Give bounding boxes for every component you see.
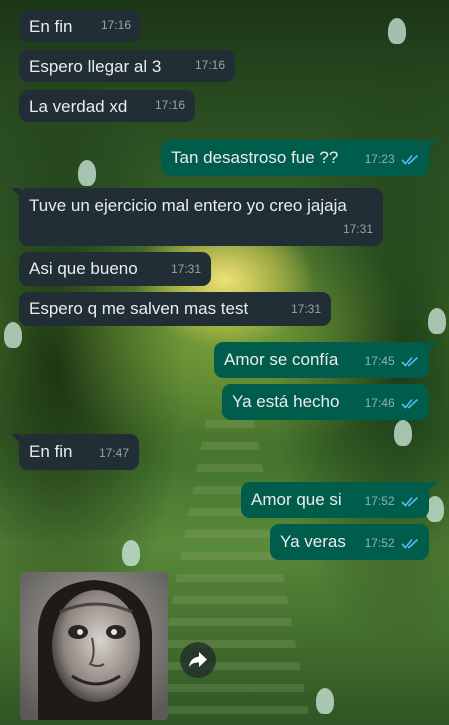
- message-status: 17:46: [365, 393, 419, 414]
- message-time: 17:52: [364, 494, 395, 508]
- message-time: 17:16: [100, 18, 131, 32]
- meme-face-image: [20, 572, 168, 720]
- double-check-icon: [401, 496, 419, 507]
- message-time: 17:31: [290, 302, 321, 316]
- outgoing-message[interactable]: Amor se confía 17:45: [214, 342, 437, 378]
- message-time: 17:31: [342, 222, 373, 236]
- outgoing-message[interactable]: Ya veras 17:52: [270, 524, 429, 560]
- message-time: 17:46: [364, 396, 395, 410]
- double-check-icon: [401, 538, 419, 549]
- outgoing-message[interactable]: Tan desastroso fue ?? 17:23: [161, 140, 437, 176]
- message-time: 17:16: [154, 98, 185, 112]
- incoming-message[interactable]: La verdad xd 17:16: [19, 90, 195, 122]
- forward-button[interactable]: [180, 642, 216, 678]
- double-check-icon: [401, 154, 419, 165]
- message-status: 17:23: [365, 149, 419, 170]
- message-text: Tuve un ejercicio mal entero yo creo jaj…: [29, 196, 347, 215]
- message-text: En fin: [29, 17, 73, 36]
- message-time: 17:47: [98, 446, 129, 460]
- outgoing-message[interactable]: Amor que si 17:52: [241, 482, 437, 518]
- message-text: Asi que bueno: [29, 259, 138, 278]
- incoming-message[interactable]: Espero llegar al 3 17:16: [19, 50, 235, 82]
- outgoing-message[interactable]: Ya está hecho 17:46: [222, 384, 429, 420]
- message-text: La verdad xd: [29, 97, 128, 116]
- message-status: 17:52: [365, 491, 419, 512]
- message-text: Ya está hecho: [232, 392, 340, 411]
- message-time: 17:23: [364, 152, 395, 166]
- incoming-message[interactable]: Tuve un ejercicio mal entero yo creo jaj…: [11, 188, 383, 246]
- message-text: Ya veras: [280, 532, 346, 551]
- double-check-icon: [401, 398, 419, 409]
- message-status: 17:52: [365, 533, 419, 554]
- double-check-icon: [401, 356, 419, 367]
- message-text: Espero llegar al 3: [29, 57, 162, 76]
- incoming-message[interactable]: En fin 17:16: [19, 10, 141, 42]
- message-text: En fin: [29, 442, 73, 461]
- image-message[interactable]: [20, 572, 168, 720]
- message-text: Amor se confía: [224, 350, 339, 369]
- message-text: Amor que si: [251, 490, 342, 509]
- incoming-message[interactable]: Asi que bueno 17:31: [19, 252, 211, 286]
- message-time: 17:16: [194, 58, 225, 72]
- incoming-message[interactable]: Espero q me salven mas test 17:31: [19, 292, 331, 326]
- message-time: 17:45: [364, 354, 395, 368]
- message-time: 17:52: [364, 536, 395, 550]
- message-text: Tan desastroso fue ??: [171, 148, 339, 167]
- message-time: 17:31: [170, 262, 201, 276]
- message-list: En fin 17:16 Espero llegar al 3 17:16 La…: [0, 0, 449, 725]
- incoming-message[interactable]: En fin 17:47: [11, 434, 139, 470]
- forward-icon: [189, 652, 207, 667]
- message-text: Espero q me salven mas test: [29, 299, 249, 318]
- message-status: 17:45: [365, 351, 419, 372]
